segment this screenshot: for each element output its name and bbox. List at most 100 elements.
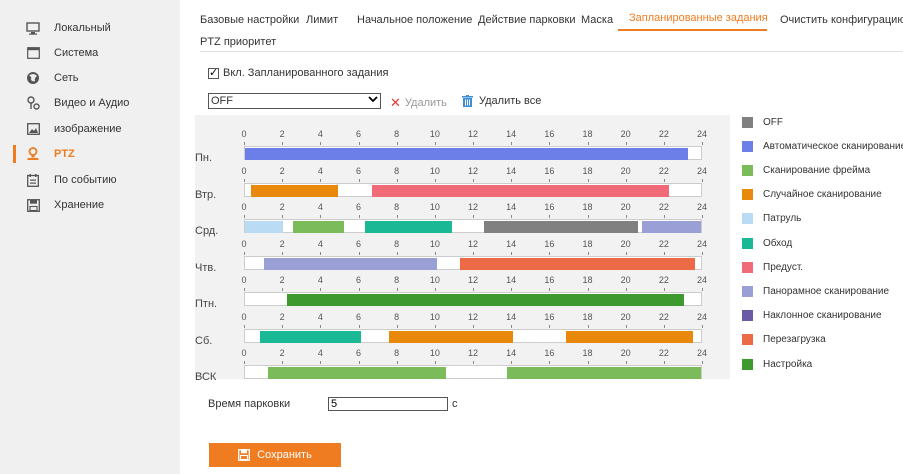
schedule-segment[interactable] [286, 294, 684, 306]
hour-tick-label: 0 [241, 275, 247, 285]
schedule-segment[interactable] [642, 221, 701, 233]
day-timeline-track[interactable] [244, 365, 702, 379]
hour-tick-mark [434, 251, 436, 255]
hour-tick-label: 0 [241, 202, 247, 212]
hour-tick-label: 16 [544, 165, 555, 176]
schedule-segment[interactable] [566, 330, 694, 343]
day-timeline-track[interactable] [244, 255, 702, 270]
hour-tick-mark [244, 361, 245, 364]
hour-tick-mark [396, 251, 398, 255]
day-timeline-track[interactable] [244, 219, 702, 233]
schedule-segment[interactable] [372, 184, 669, 197]
hour-tick-label: 20 [620, 165, 631, 176]
sidebar-item-event[interactable]: По событию [0, 168, 180, 192]
hour-tick-label: 24 [696, 275, 707, 285]
legend-item[interactable]: Обход [742, 237, 903, 249]
hour-tick-label: 16 [544, 129, 555, 139]
legend-item[interactable]: Настройка [742, 358, 903, 370]
enable-schedule-row[interactable]: Вкл. Запланированного задания [208, 66, 388, 79]
schedule-segment[interactable] [459, 257, 696, 270]
legend-label: Настройка [763, 358, 813, 370]
legend-item[interactable]: Патруль [742, 213, 903, 225]
hour-tick-label: 16 [544, 238, 555, 249]
delete-all-button[interactable]: Удалить все [462, 95, 541, 107]
hour-tick-label: 8 [394, 348, 400, 358]
task-type-select[interactable]: OFF [208, 93, 381, 109]
legend-swatch [742, 261, 753, 273]
enable-schedule-checkbox[interactable] [208, 66, 219, 79]
delete-button[interactable]: ✕ Удалить [390, 95, 447, 111]
hour-tick-mark [702, 215, 703, 218]
schedule-segment[interactable] [507, 367, 701, 379]
hour-tick-label: 18 [582, 275, 593, 285]
day-timeline-track[interactable] [244, 182, 702, 197]
schedule-segment[interactable] [250, 184, 339, 197]
park-time-input[interactable] [328, 397, 448, 411]
tab-ptz-priority[interactable]: PTZ приоритет [200, 36, 276, 48]
hour-tick-label: 14 [506, 311, 517, 322]
hour-tick-label: 14 [506, 202, 517, 212]
legend-item[interactable]: Автоматическое сканирование [742, 140, 903, 152]
hour-tick-label: 10 [429, 348, 440, 358]
sidebar-item-video-audio[interactable]: Видео и Аудио [0, 91, 180, 115]
sidebar-item-label: PTZ [54, 148, 75, 160]
save-button[interactable]: Сохранить [209, 443, 341, 467]
sidebar-item-image[interactable]: изображение [0, 117, 180, 141]
tab-scheduled-tasks[interactable]: Запланированные задания [629, 12, 768, 24]
hour-tick-mark [663, 215, 665, 218]
sidebar-item-network[interactable]: Сеть [0, 66, 180, 90]
trash-icon [462, 95, 473, 107]
hour-tick-mark [358, 215, 360, 218]
legend-item[interactable]: Перезагрузка [742, 334, 903, 346]
hour-tick-label: 24 [696, 202, 707, 212]
hour-tick-label: 18 [582, 202, 593, 212]
tab-park-action[interactable]: Действие парковки [478, 14, 575, 26]
hour-tick-mark [702, 142, 703, 145]
sidebar-item-ptz[interactable]: PTZ [0, 142, 180, 166]
schedule-segment[interactable] [364, 221, 453, 233]
hour-tick-label: 8 [394, 238, 400, 249]
tab-basic-settings[interactable]: Базовые настройки [200, 14, 299, 26]
day-timeline-track[interactable] [244, 146, 702, 160]
sidebar-item-local[interactable]: Локальный [0, 16, 180, 40]
schedule-segment[interactable] [245, 221, 283, 233]
schedule-segment[interactable] [484, 221, 639, 233]
hour-tick-mark [358, 251, 360, 255]
sidebar-item-label: изображение [54, 123, 122, 135]
schedule-segment[interactable] [245, 148, 688, 160]
legend-item[interactable]: Панорамное сканирование [742, 285, 903, 297]
hour-tick-mark [625, 288, 627, 291]
legend-item[interactable]: Предуст. [742, 261, 903, 273]
legend-item[interactable]: OFF [742, 116, 903, 128]
schedule-segment[interactable] [292, 221, 344, 233]
schedule-row: Втр. 0 2 4 6 8 10 12 14 16 18 20 22 24 [195, 166, 730, 202]
legend-item[interactable]: Случайное сканирование [742, 189, 903, 201]
tab-initial-position[interactable]: Начальное положение [357, 14, 472, 26]
legend-label: OFF [763, 116, 783, 128]
hour-tick-label: 20 [620, 311, 631, 322]
day-label: Птн. [195, 298, 218, 310]
globe-icon [26, 71, 40, 85]
hour-tick-label: 4 [317, 129, 323, 139]
tab-limit[interactable]: Лимит [306, 14, 338, 26]
schedule-segment[interactable] [267, 367, 447, 379]
day-timeline-track[interactable] [244, 292, 702, 306]
tab-clear-config[interactable]: Очистить конфигурацию [780, 14, 903, 26]
schedule-segment[interactable] [389, 330, 513, 343]
hour-tick-mark [549, 288, 551, 291]
tab-mask[interactable]: Маска [581, 14, 613, 26]
save-icon [238, 449, 251, 461]
day-timeline-track[interactable] [244, 328, 702, 343]
hour-tick-mark [473, 251, 474, 255]
legend-item[interactable]: Наклонное сканирование [742, 310, 903, 322]
hour-tick-label: 6 [355, 129, 361, 139]
hour-tick-label: 18 [582, 129, 593, 139]
schedule-segment[interactable] [264, 257, 437, 270]
legend-item[interactable]: Сканирование фрейма [742, 164, 903, 176]
hour-tick-mark [396, 324, 398, 328]
schedule-segment[interactable] [260, 330, 361, 343]
sidebar-item-system[interactable]: Система [0, 41, 180, 65]
sidebar-item-storage[interactable]: Хранение [0, 193, 180, 217]
legend-swatch [742, 189, 753, 201]
hour-tick-mark [396, 178, 398, 182]
